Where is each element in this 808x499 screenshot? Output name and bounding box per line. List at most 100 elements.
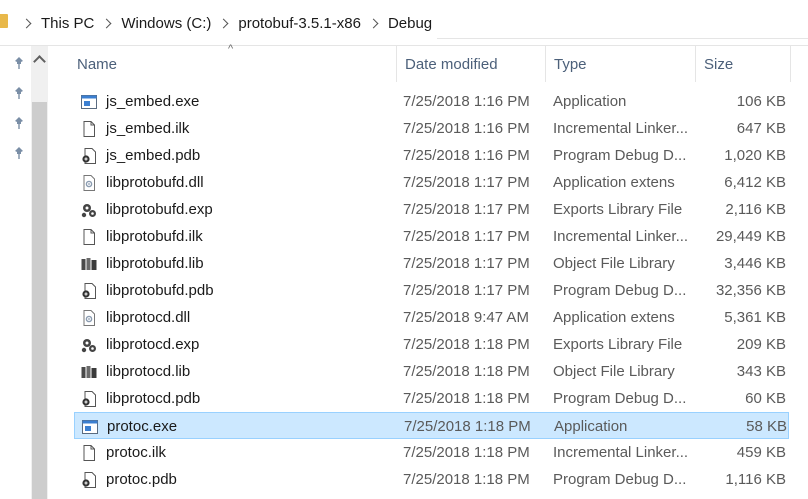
pin-icon[interactable] bbox=[12, 116, 26, 130]
exe-icon bbox=[81, 418, 99, 436]
chevron-right-icon[interactable] bbox=[21, 18, 32, 28]
column-date-modified[interactable]: Date modified bbox=[396, 46, 546, 82]
file-type: Exports Library File bbox=[553, 201, 683, 218]
file-name: js_embed.pdb bbox=[106, 147, 201, 164]
chevron-right-icon[interactable] bbox=[218, 18, 229, 28]
file-size: 106 KB bbox=[736, 93, 786, 110]
file-size: 2,116 KB bbox=[725, 201, 786, 218]
chevron-right-icon[interactable] bbox=[368, 18, 379, 28]
file-name-cell[interactable]: protoc.pdb bbox=[80, 466, 396, 493]
file-row[interactable]: protoc.exe 7/25/2018 1:18 PM Application 58… bbox=[74, 412, 789, 439]
file-name: protoc.pdb bbox=[106, 471, 177, 488]
lib-icon bbox=[80, 255, 98, 273]
chevron-right-icon[interactable] bbox=[101, 18, 112, 28]
file-type: Program Debug D... bbox=[553, 390, 687, 407]
file-type: Program Debug D... bbox=[553, 282, 687, 299]
file-type: Application bbox=[554, 418, 628, 435]
file-name: protoc.exe bbox=[107, 418, 178, 435]
file-name-cell[interactable]: libprotocd.exp bbox=[80, 331, 396, 358]
file-name-cell[interactable]: libprotobufd.dll bbox=[80, 169, 396, 196]
file-type: Exports Library File bbox=[553, 336, 683, 353]
file-name: js_embed.ilk bbox=[106, 120, 190, 137]
file-row[interactable]: libprotobufd.dll 7/25/2018 1:17 PM Applica… bbox=[74, 169, 789, 196]
file-name: libprotocd.exp bbox=[106, 336, 200, 353]
file-size: 6,412 KB bbox=[724, 174, 786, 191]
breadcrumb-debug[interactable]: Debug bbox=[388, 15, 432, 32]
file-type: Incremental Linker... bbox=[553, 444, 689, 461]
exp-icon bbox=[80, 201, 98, 219]
pdb-icon bbox=[80, 282, 98, 300]
dll-icon bbox=[80, 174, 98, 192]
list-right-margin bbox=[791, 82, 808, 499]
file-name-cell[interactable]: libprotocd.dll bbox=[80, 304, 396, 331]
file-row[interactable]: libprotocd.exp 7/25/2018 1:18 PM Exports L… bbox=[74, 331, 789, 358]
file-row[interactable]: js_embed.ilk 7/25/2018 1:16 PM Incremental… bbox=[74, 115, 789, 142]
file-name: libprotobufd.exp bbox=[106, 201, 213, 218]
file-date-modified: 7/25/2018 1:18 PM bbox=[403, 444, 530, 461]
file-date-modified: 7/25/2018 9:47 AM bbox=[403, 309, 529, 326]
file-date-modified: 7/25/2018 1:17 PM bbox=[403, 228, 530, 245]
file-row[interactable]: protoc.pdb 7/25/2018 1:18 PM Program Debug… bbox=[74, 466, 789, 493]
file-name-cell[interactable]: libprotobufd.pdb bbox=[80, 277, 396, 304]
column-type[interactable]: Type bbox=[545, 46, 695, 82]
file-row[interactable]: libprotocd.pdb 7/25/2018 1:18 PM Program D… bbox=[74, 385, 789, 412]
nav-scrollbar[interactable] bbox=[31, 46, 48, 499]
file-name-cell[interactable]: protoc.exe bbox=[81, 413, 397, 440]
file-row[interactable]: libprotobufd.lib 7/25/2018 1:17 PM Object … bbox=[74, 250, 789, 277]
file-name-cell[interactable]: protoc.ilk bbox=[80, 439, 396, 466]
ilk-icon bbox=[80, 228, 98, 246]
file-row[interactable]: libprotocd.dll 7/25/2018 9:47 AM Applicati… bbox=[74, 304, 789, 331]
column-size[interactable]: Size bbox=[695, 46, 790, 82]
file-row[interactable]: libprotobufd.exp 7/25/2018 1:17 PM Exports… bbox=[74, 196, 789, 223]
breadcrumb-windows-c[interactable]: Windows (C:) bbox=[121, 15, 211, 32]
file-size: 29,449 KB bbox=[715, 228, 786, 245]
file-name-cell[interactable]: js_embed.ilk bbox=[80, 115, 396, 142]
file-date-modified: 7/25/2018 1:18 PM bbox=[403, 471, 530, 488]
file-size: 3,446 KB bbox=[724, 255, 786, 272]
pdb-icon bbox=[80, 471, 98, 489]
file-name-cell[interactable]: libprotobufd.ilk bbox=[80, 223, 396, 250]
file-name-cell[interactable]: libprotobufd.exp bbox=[80, 196, 396, 223]
pin-icon[interactable] bbox=[12, 146, 26, 160]
file-name-cell[interactable]: libprotocd.pdb bbox=[80, 385, 396, 412]
breadcrumb-protobuf[interactable]: protobuf-3.5.1-x86 bbox=[238, 15, 361, 32]
ilk-icon bbox=[80, 120, 98, 138]
file-name-cell[interactable]: js_embed.pdb bbox=[80, 142, 396, 169]
file-name: js_embed.exe bbox=[106, 93, 200, 110]
file-size: 209 KB bbox=[736, 336, 786, 353]
column-name[interactable]: Name bbox=[69, 46, 396, 82]
file-size: 343 KB bbox=[736, 363, 786, 380]
file-type: Incremental Linker... bbox=[553, 120, 689, 137]
file-row[interactable]: protoc.ilk 7/25/2018 1:18 PM Incremental L… bbox=[74, 439, 789, 466]
file-name-cell[interactable]: js_embed.exe bbox=[80, 88, 396, 115]
scrollbar-thumb[interactable] bbox=[32, 102, 47, 499]
file-date-modified: 7/25/2018 1:18 PM bbox=[403, 390, 530, 407]
file-date-modified: 7/25/2018 1:16 PM bbox=[403, 120, 530, 137]
file-list[interactable]: js_embed.exe 7/25/2018 1:16 PM Application… bbox=[48, 88, 808, 499]
file-size: 1,116 KB bbox=[725, 471, 786, 488]
pin-icon[interactable] bbox=[12, 86, 26, 100]
navigation-pane[interactable] bbox=[0, 46, 31, 499]
file-name-cell[interactable]: libprotocd.lib bbox=[80, 358, 396, 385]
file-name: libprotocd.lib bbox=[106, 363, 191, 380]
scroll-up-button[interactable] bbox=[31, 46, 48, 72]
file-row[interactable]: libprotobufd.ilk 7/25/2018 1:17 PM Increme… bbox=[74, 223, 789, 250]
pdb-icon bbox=[80, 147, 98, 165]
breadcrumb: This PC Windows (C:) protobuf-3.5.1-x86 … bbox=[14, 13, 432, 33]
file-size: 1,020 KB bbox=[724, 147, 786, 164]
lib-icon bbox=[80, 363, 98, 381]
file-name-cell[interactable]: libprotobufd.lib bbox=[80, 250, 396, 277]
file-type: Incremental Linker... bbox=[553, 228, 689, 245]
file-row[interactable]: js_embed.pdb 7/25/2018 1:16 PM Program Deb… bbox=[74, 142, 789, 169]
breadcrumb-this-pc[interactable]: This PC bbox=[41, 15, 94, 32]
file-row[interactable]: libprotobufd.pdb 7/25/2018 1:17 PM Program… bbox=[74, 277, 789, 304]
file-row[interactable]: js_embed.exe 7/25/2018 1:16 PM Application… bbox=[74, 88, 789, 115]
address-bar[interactable]: This PC Windows (C:) protobuf-3.5.1-x86 … bbox=[0, 0, 808, 46]
file-row[interactable]: libprotocd.lib 7/25/2018 1:18 PM Object Fi… bbox=[74, 358, 789, 385]
file-type: Object File Library bbox=[553, 255, 675, 272]
file-name: libprotocd.dll bbox=[106, 309, 191, 326]
file-date-modified: 7/25/2018 1:18 PM bbox=[403, 336, 530, 353]
pin-icon[interactable] bbox=[12, 56, 26, 70]
file-name: libprotocd.pdb bbox=[106, 390, 201, 407]
file-type: Object File Library bbox=[553, 363, 675, 380]
